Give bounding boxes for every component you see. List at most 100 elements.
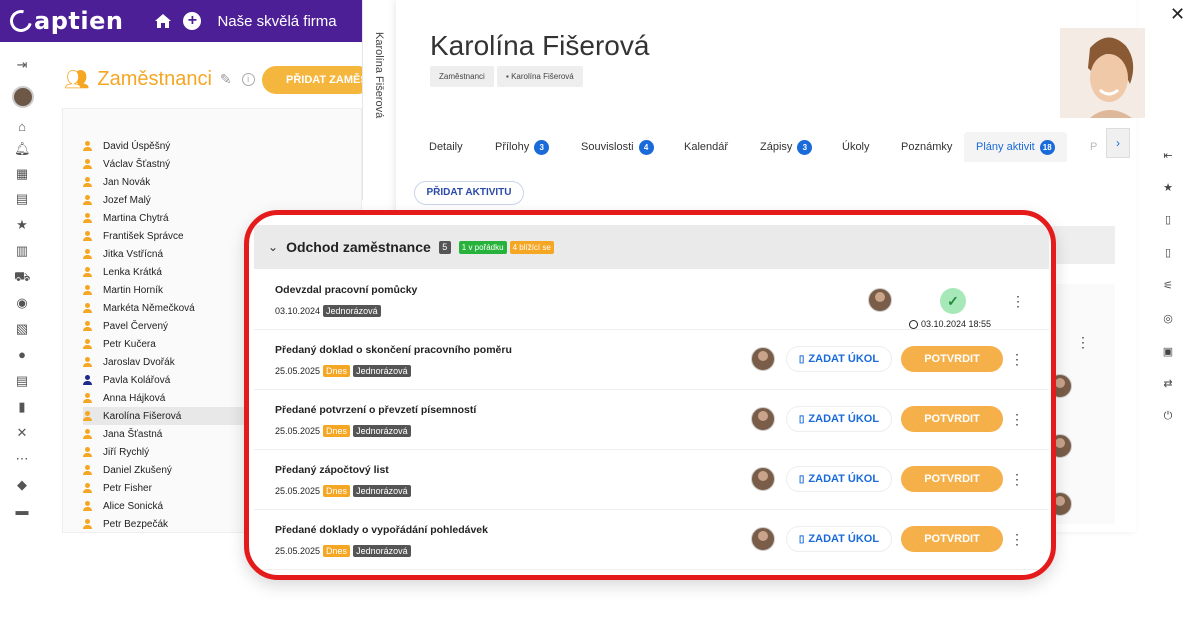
person-tabs: Detaily Přílohy 3 Souvislosti 4 Kalendář Z… (396, 132, 1136, 162)
edit-icon[interactable]: ✎ (220, 71, 232, 88)
employee-list-item[interactable]: Václav Šťastný (83, 155, 353, 173)
user-icon (83, 303, 92, 313)
file-icon[interactable]: ▧ (14, 322, 30, 336)
tab-attachments[interactable]: Přílohy 3 (495, 132, 550, 162)
tab-relations[interactable]: Souvislosti 4 (581, 132, 654, 162)
company-name[interactable]: Naše skvělá firma (217, 13, 336, 30)
employee-name: Jan Novák (103, 176, 151, 188)
employee-name: Martin Horník (103, 284, 164, 296)
assignee-avatar[interactable] (751, 467, 775, 491)
today-badge: Dnes (323, 485, 351, 497)
user-icon[interactable]: ● (14, 348, 30, 362)
close-icon[interactable]: ✕ (1170, 4, 1185, 25)
clipboard-list-icon[interactable]: ▤ (14, 374, 30, 388)
confirm-button[interactable]: POTVRDIT (901, 526, 1003, 552)
breadcrumb-employees[interactable]: Zaměstnanci (430, 66, 494, 87)
employee-name: Jozef Malý (103, 194, 151, 206)
expand-menu-icon[interactable]: ⇥ (14, 58, 30, 72)
clipboard-icon: ▯ (798, 533, 805, 545)
user-icon (83, 177, 92, 187)
tab-overflow[interactable]: P (1090, 132, 1097, 162)
add-task-button[interactable]: ▯ ZADAT ÚKOL (786, 346, 892, 372)
network-icon[interactable]: ✕ (14, 426, 30, 440)
more-options-icon[interactable]: ⋮ (1010, 532, 1024, 546)
home-icon[interactable]: ⌂ (14, 120, 30, 134)
more-options-icon[interactable]: ⋮ (1011, 294, 1025, 308)
home-icon[interactable] (153, 11, 173, 31)
user-icon (83, 339, 92, 349)
bell-icon[interactable]: 🔔︎ (14, 142, 31, 156)
check-circle-icon[interactable]: ◉ (14, 296, 30, 310)
share-icon[interactable]: ⚟ (1162, 280, 1174, 292)
user-icon (83, 519, 92, 529)
pdf-icon[interactable]: ▯ (1162, 247, 1174, 259)
employee-list-item[interactable]: Jozef Malý (83, 191, 353, 209)
users-icon[interactable]: ◆ (14, 478, 30, 492)
id-card-icon[interactable]: ▣ (1162, 346, 1174, 358)
logo-text: aptien (34, 7, 124, 35)
eye-icon[interactable]: ◎ (1162, 313, 1174, 325)
add-icon[interactable]: + (183, 12, 202, 30)
vertical-tab[interactable]: Karolína Fišerová (362, 0, 396, 200)
chevron-down-icon[interactable]: ⌄ (268, 240, 278, 254)
assignee-avatar[interactable] (751, 407, 775, 431)
user-icon (83, 501, 92, 511)
employee-list-item[interactable]: David Úspěšný (83, 137, 353, 155)
activity-plans-count-badge: 18 (1039, 139, 1055, 155)
tab-calendar[interactable]: Kalendář (684, 132, 728, 162)
assignee-avatar[interactable] (751, 347, 775, 371)
star-icon[interactable]: ★ (1162, 182, 1174, 194)
apps-icon[interactable]: ⋯ (14, 452, 30, 466)
user-avatar[interactable] (12, 86, 34, 108)
calendar-icon[interactable]: ▦ (14, 167, 30, 181)
employee-name: David Úspěšný (103, 140, 171, 152)
employee-list-item[interactable]: Jan Novák (83, 173, 353, 191)
more-options-icon[interactable]: ⋮ (1010, 352, 1024, 366)
frequency-badge: Jednorázová (353, 425, 411, 437)
tab-tasks[interactable]: Úkoly (842, 132, 870, 162)
confirm-button[interactable]: POTVRDIT (901, 406, 1003, 432)
activity-row: Předané potvrzení o převzetí písemností 2… (254, 390, 1049, 450)
more-options-icon[interactable]: ⋮ (1010, 472, 1024, 486)
transfer-icon[interactable]: ⇄ (1162, 378, 1174, 390)
more-options-icon[interactable]: ⋮ (1010, 412, 1024, 426)
breadcrumb-person-label: Karolína Fišerová (511, 72, 574, 81)
breadcrumb-person[interactable]: ▪ Karolína Fišerová (497, 66, 583, 87)
check-icon[interactable]: ✓ (940, 288, 966, 314)
clipboard-icon[interactable]: ▤ (14, 192, 30, 206)
tab-notes[interactable]: Poznámky (901, 132, 952, 162)
user-icon (83, 465, 92, 475)
add-activity-button[interactable]: PŘIDAT AKTIVITU (414, 181, 524, 205)
add-employee-button[interactable]: PŘIDAT ZAMĚSTNANCE (262, 66, 372, 94)
document-icon[interactable]: ▥ (14, 244, 30, 258)
add-task-button[interactable]: ▯ ZADAT ÚKOL (786, 406, 892, 432)
add-task-button[interactable]: ▯ ZADAT ÚKOL (786, 526, 892, 552)
confirm-button[interactable]: POTVRDIT (901, 346, 1003, 372)
info-icon[interactable]: i (241, 72, 255, 86)
book-open-icon[interactable]: ▬ (14, 504, 30, 518)
collapse-icon[interactable]: ⇤ (1162, 150, 1174, 162)
activity-meta: 25.05.2025 Dnes Jednorázová (275, 485, 411, 497)
document-icon[interactable]: ▯ (1162, 214, 1174, 226)
employee-name: Jaroslav Dvořák (103, 356, 175, 368)
confirm-button[interactable]: POTVRDIT (901, 466, 1003, 492)
employee-name: Pavel Červený (103, 320, 169, 332)
plan-section-header[interactable]: ⌄ Odchod zaměstnance 5 1 v pořádku 4 blí… (254, 225, 1049, 269)
employee-name: Pavla Kolářová (103, 374, 171, 386)
tab-details[interactable]: Detaily (429, 132, 463, 162)
tab-activity-plans[interactable]: Plány aktivit 18 (964, 132, 1067, 162)
activity-title: Předaný zápočtový list (275, 464, 389, 476)
activity-meta: 25.05.2025 Dnes Jednorázová (275, 545, 411, 557)
tab-records[interactable]: Zápisy 3 (760, 132, 813, 162)
add-task-button[interactable]: ▯ ZADAT ÚKOL (786, 466, 892, 492)
star-icon[interactable]: ★ (14, 218, 30, 232)
user-icon (83, 429, 92, 439)
app-logo[interactable]: aptien (5, 5, 124, 37)
assignee-avatar[interactable] (868, 288, 892, 312)
power-icon[interactable]: ⏻ (1162, 410, 1174, 422)
more-options-icon[interactable]: ⋮ (1076, 334, 1090, 351)
books-icon[interactable]: ▮ (14, 400, 30, 414)
assignee-avatar[interactable] (751, 527, 775, 551)
cart-icon[interactable]: ⛟ (14, 270, 30, 284)
tabs-next-chevron-icon[interactable]: › (1106, 128, 1130, 158)
